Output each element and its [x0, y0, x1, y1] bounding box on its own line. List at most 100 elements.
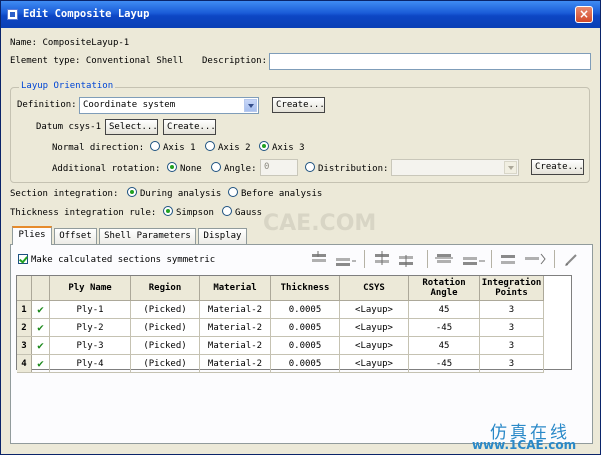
- symmetric-checkbox[interactable]: [18, 254, 28, 264]
- during-analysis-radio[interactable]: [127, 187, 137, 197]
- element-type-label: Element type:: [10, 56, 81, 66]
- datum-create-button[interactable]: Create...: [163, 119, 216, 135]
- distribution-create-button[interactable]: Create...: [531, 159, 584, 175]
- cell-region[interactable]: (Picked): [130, 300, 200, 319]
- datum-csys-label: Datum csys-1: [36, 122, 102, 132]
- name-value: CompositeLayup-1: [42, 38, 130, 48]
- layup-orientation-legend: Layup Orientation: [19, 81, 116, 91]
- table-row[interactable]: 1 ✔ Ply-1 (Picked) Material-2 0.0005 <La…: [17, 300, 544, 319]
- rotation-angle-radio[interactable]: [211, 162, 221, 172]
- brand-watermark-url: www.1CAE.com: [472, 438, 577, 452]
- datum-select-button[interactable]: Select...: [105, 119, 158, 135]
- chevron-down-icon[interactable]: [504, 161, 517, 174]
- header-material[interactable]: Material: [199, 276, 271, 301]
- tab-plies[interactable]: Plies: [12, 226, 52, 245]
- move-row-icon[interactable]: [435, 251, 487, 267]
- header-rotation-angle[interactable]: Rotation Angle: [408, 276, 480, 301]
- table-row[interactable]: 4 ✔ Ply-4 (Picked) Material-2 0.0005 <La…: [17, 354, 544, 373]
- cell-material[interactable]: Material-2: [199, 318, 271, 337]
- before-analysis-radio[interactable]: [228, 187, 238, 197]
- cell-rotation-angle[interactable]: 45: [408, 300, 480, 319]
- normal-direction-label: Normal direction:: [52, 143, 145, 153]
- row-number: 2: [17, 318, 32, 337]
- rotation-none-label: None: [180, 164, 202, 174]
- cell-csys[interactable]: <Layup>: [339, 336, 409, 355]
- normal-axis1-radio[interactable]: [150, 141, 160, 151]
- tab-display[interactable]: Display: [198, 228, 247, 244]
- title-bar[interactable]: Edit Composite Layup ×: [1, 1, 600, 28]
- gauss-label: Gauss: [235, 208, 263, 218]
- definition-create-button[interactable]: Create...: [272, 97, 325, 113]
- simpson-radio[interactable]: [163, 206, 173, 216]
- cell-rotation-angle[interactable]: -45: [408, 318, 480, 337]
- cell-region[interactable]: (Picked): [130, 336, 200, 355]
- header-check: [31, 276, 50, 301]
- cell-region[interactable]: (Picked): [130, 354, 200, 373]
- cell-material[interactable]: Material-2: [199, 300, 271, 319]
- toolbar-separator: [427, 250, 428, 268]
- name-label: Name:: [10, 38, 38, 48]
- cell-csys[interactable]: <Layup>: [339, 300, 409, 319]
- cell-integration-points[interactable]: 3: [479, 318, 544, 337]
- edit-composite-layup-dialog: Edit Composite Layup × Name: CompositeLa…: [0, 0, 601, 455]
- cell-rotation-angle[interactable]: -45: [408, 354, 480, 373]
- description-label: Description:: [202, 56, 268, 66]
- cell-rotation-angle[interactable]: 45: [408, 336, 480, 355]
- gauss-radio[interactable]: [222, 206, 232, 216]
- header-ply-name[interactable]: Ply Name: [49, 276, 131, 301]
- tab-offset[interactable]: Offset: [54, 228, 97, 244]
- watermark-cae: CAE.COM: [263, 211, 377, 236]
- chevron-down-icon[interactable]: [244, 99, 257, 112]
- rotation-distribution-radio[interactable]: [305, 162, 315, 172]
- normal-axis2-label: Axis 2: [218, 143, 251, 153]
- cell-integration-points[interactable]: 3: [479, 300, 544, 319]
- tab-shell-parameters[interactable]: Shell Parameters: [99, 228, 196, 244]
- header-integration-line1: Integration: [481, 278, 542, 288]
- cell-csys[interactable]: <Layup>: [339, 318, 409, 337]
- header-integration-points[interactable]: Integration Points: [479, 276, 544, 301]
- toolbar-separator: [491, 250, 492, 268]
- header-rotation-line2: Angle: [430, 288, 458, 298]
- cell-integration-points[interactable]: 3: [479, 336, 544, 355]
- row-valid-check-icon[interactable]: ✔: [31, 354, 50, 373]
- table-row[interactable]: 3 ✔ Ply-3 (Picked) Material-2 0.0005 <La…: [17, 336, 544, 355]
- insert-row-before-icon[interactable]: [310, 251, 358, 267]
- cell-ply-name[interactable]: Ply-1: [49, 300, 131, 319]
- definition-select[interactable]: Coordinate system: [79, 97, 259, 114]
- cell-integration-points[interactable]: 3: [479, 354, 544, 373]
- header-thickness[interactable]: Thickness: [270, 276, 340, 301]
- cell-ply-name[interactable]: Ply-4: [49, 354, 131, 373]
- edit-pen-icon[interactable]: [562, 251, 582, 267]
- row-number: 3: [17, 336, 32, 355]
- cell-material[interactable]: Material-2: [199, 354, 271, 373]
- simpson-label: Simpson: [176, 208, 214, 218]
- description-field[interactable]: [269, 53, 591, 70]
- cell-ply-name[interactable]: Ply-3: [49, 336, 131, 355]
- table-row[interactable]: 2 ✔ Ply-2 (Picked) Material-2 0.0005 <La…: [17, 318, 544, 337]
- distribution-select[interactable]: [391, 159, 519, 176]
- cell-ply-name[interactable]: Ply-2: [49, 318, 131, 337]
- rotation-angle-label: Angle:: [224, 164, 257, 174]
- thickness-integration-label: Thickness integration rule:: [10, 208, 157, 218]
- cell-thickness[interactable]: 0.0005: [270, 354, 340, 373]
- cell-material[interactable]: Material-2: [199, 336, 271, 355]
- row-valid-check-icon[interactable]: ✔: [31, 318, 50, 337]
- cell-thickness[interactable]: 0.0005: [270, 300, 340, 319]
- close-button[interactable]: ×: [575, 6, 593, 23]
- normal-axis2-radio[interactable]: [205, 141, 215, 151]
- rotation-none-radio[interactable]: [167, 162, 177, 172]
- symmetric-label: Make calculated sections symmetric: [31, 255, 216, 265]
- normal-axis3-radio[interactable]: [259, 141, 269, 151]
- copy-row-icon[interactable]: [499, 251, 549, 267]
- row-valid-check-icon[interactable]: ✔: [31, 336, 50, 355]
- insert-row-after-icon[interactable]: [373, 251, 421, 267]
- header-region[interactable]: Region: [130, 276, 200, 301]
- cell-region[interactable]: (Picked): [130, 318, 200, 337]
- row-valid-check-icon[interactable]: ✔: [31, 300, 50, 319]
- cell-thickness[interactable]: 0.0005: [270, 318, 340, 337]
- cell-thickness[interactable]: 0.0005: [270, 336, 340, 355]
- before-analysis-label: Before analysis: [241, 189, 323, 199]
- cell-csys[interactable]: <Layup>: [339, 354, 409, 373]
- header-csys[interactable]: CSYS: [339, 276, 409, 301]
- rotation-angle-field[interactable]: 0: [260, 159, 298, 176]
